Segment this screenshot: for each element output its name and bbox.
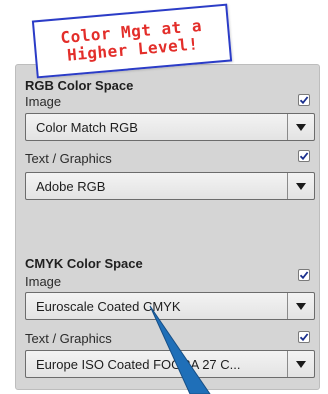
cmyk-image-dropdown-button[interactable] xyxy=(287,293,314,319)
cmyk-text-dropdown-button[interactable] xyxy=(287,351,314,377)
chevron-down-icon xyxy=(296,302,306,310)
checkmark-icon xyxy=(299,271,309,280)
rgb-image-select-value: Color Match RGB xyxy=(36,119,138,135)
rgb-text-select[interactable]: Adobe RGB xyxy=(25,172,315,200)
rgb-image-select[interactable]: Color Match RGB xyxy=(25,113,315,141)
checkmark-icon xyxy=(299,333,309,342)
rgb-text-dropdown-button[interactable] xyxy=(287,173,314,199)
cmyk-text-select[interactable]: Europe ISO Coated FOGRA 27 C... xyxy=(25,350,315,378)
cmyk-image-select[interactable]: Euroscale Coated CMYK xyxy=(25,292,315,320)
cmyk-text-label: Text / Graphics xyxy=(25,331,112,346)
cmyk-image-checkbox[interactable] xyxy=(298,269,310,281)
rgb-image-label: Image xyxy=(25,94,62,109)
cmyk-image-label: Image xyxy=(25,274,62,289)
rgb-section-title: RGB Color Space xyxy=(25,78,134,93)
rgb-text-label: Text / Graphics xyxy=(25,151,112,166)
chevron-down-icon xyxy=(296,360,306,368)
checkmark-icon xyxy=(299,152,309,161)
rgb-image-dropdown-button[interactable] xyxy=(287,114,314,140)
cmyk-section-title: CMYK Color Space xyxy=(25,256,143,271)
chevron-down-icon xyxy=(296,182,306,190)
rgb-text-select-value: Adobe RGB xyxy=(36,178,106,194)
rgb-text-checkbox[interactable] xyxy=(298,150,310,162)
chevron-down-icon xyxy=(296,123,306,131)
checkmark-icon xyxy=(299,96,309,105)
cmyk-text-checkbox[interactable] xyxy=(298,331,310,343)
cmyk-text-select-value: Europe ISO Coated FOGRA 27 C... xyxy=(36,356,241,372)
cmyk-image-select-value: Euroscale Coated CMYK xyxy=(36,298,181,314)
rgb-image-checkbox[interactable] xyxy=(298,94,310,106)
